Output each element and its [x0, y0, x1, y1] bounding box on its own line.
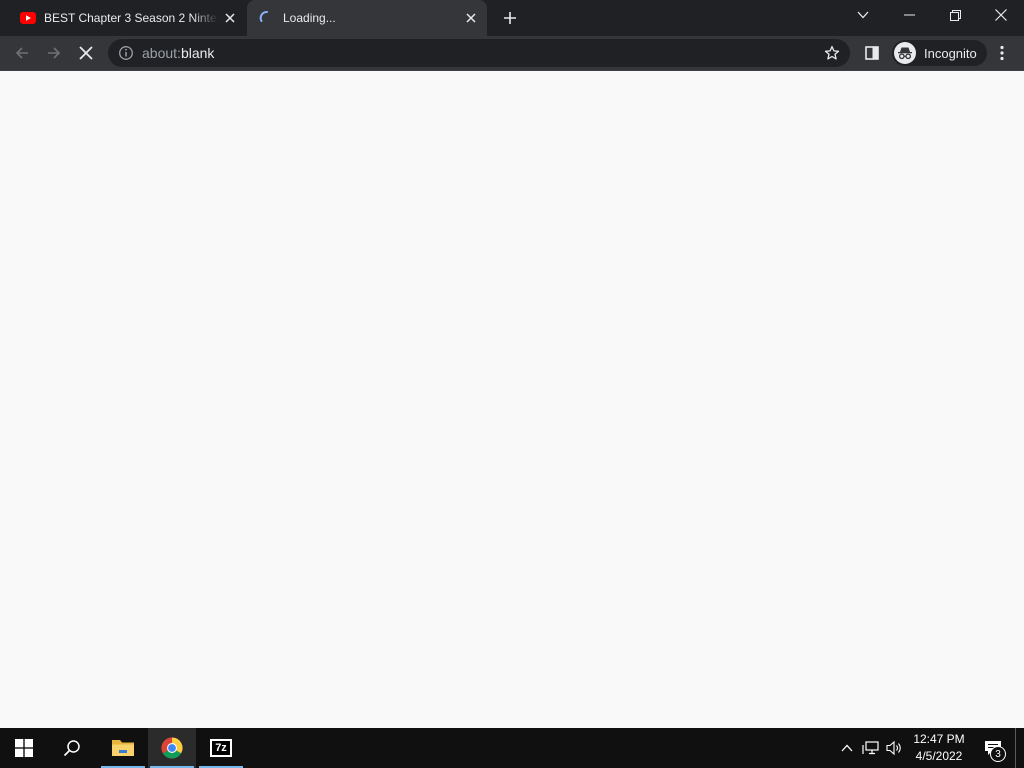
search-button[interactable]: [48, 728, 96, 768]
address-bar[interactable]: about:blank: [108, 39, 850, 67]
clock-time: 12:47 PM: [913, 732, 965, 746]
forward-button[interactable]: [39, 38, 69, 68]
search-icon: [63, 740, 80, 757]
arrow-left-icon: [15, 47, 28, 59]
side-panel-icon: [865, 46, 879, 60]
minimize-button[interactable]: [886, 0, 932, 30]
show-desktop-button[interactable]: [1015, 728, 1024, 768]
info-icon[interactable]: [118, 45, 134, 61]
start-button[interactable]: [0, 728, 48, 768]
tab-strip: BEST Chapter 3 Season 2 Nintendo Switch …: [0, 0, 1024, 36]
close-tab-icon[interactable]: [459, 6, 483, 30]
back-button[interactable]: [7, 38, 37, 68]
tab-title: BEST Chapter 3 Season 2 Nintendo Switch: [44, 11, 218, 25]
chevron-down-icon: [857, 11, 869, 19]
loading-spinner-icon: [259, 10, 275, 26]
windows-taskbar: 7z 12:47 PM 4/5/2022: [0, 728, 1024, 768]
network-button[interactable]: [860, 728, 882, 768]
tab-youtube[interactable]: BEST Chapter 3 Season 2 Nintendo Switch: [8, 0, 246, 36]
url-text: about:blank: [142, 45, 215, 61]
restore-icon: [949, 9, 961, 21]
tab-title: Loading...: [283, 11, 336, 25]
restore-button[interactable]: [932, 0, 978, 30]
tab-loading[interactable]: Loading...: [247, 0, 487, 36]
side-panel-button[interactable]: [857, 38, 887, 68]
clock-date: 4/5/2022: [915, 749, 963, 763]
new-tab-button[interactable]: [497, 5, 523, 31]
chrome-taskbar-button[interactable]: [148, 728, 196, 768]
minimize-icon: [903, 14, 915, 16]
youtube-icon: [20, 12, 36, 24]
stop-loading-button[interactable]: [71, 38, 101, 68]
incognito-profile-button[interactable]: Incognito: [892, 40, 987, 66]
chevron-up-icon: [841, 744, 853, 752]
close-icon: [79, 46, 93, 60]
windows-logo-icon: [15, 739, 33, 757]
incognito-label: Incognito: [924, 45, 977, 61]
close-icon: [995, 9, 1007, 21]
arrow-right-icon: [48, 47, 61, 59]
page-content[interactable]: [0, 70, 1024, 728]
file-explorer-taskbar-button[interactable]: [99, 728, 147, 768]
volume-button[interactable]: [884, 728, 906, 768]
notification-count-badge: 3: [990, 746, 1006, 762]
plus-icon: [504, 12, 516, 24]
chrome-icon: [161, 737, 183, 759]
7zip-icon: 7z: [210, 739, 232, 757]
speaker-icon: [886, 740, 901, 756]
tab-search-button[interactable]: [840, 0, 886, 30]
show-hidden-icons-button[interactable]: [836, 728, 858, 768]
close-window-button[interactable]: [978, 0, 1024, 30]
incognito-icon: [894, 42, 916, 64]
taskbar-clock[interactable]: 12:47 PM 4/5/2022: [904, 731, 974, 765]
browser-toolbar: about:blank Incognito: [0, 36, 1024, 70]
7zip-taskbar-button[interactable]: 7z: [197, 728, 245, 768]
chrome-menu-button[interactable]: [987, 38, 1017, 68]
more-vertical-icon: [1000, 45, 1004, 61]
folder-icon: [112, 740, 134, 756]
network-icon: [862, 741, 879, 755]
bookmark-star-icon[interactable]: [824, 45, 840, 61]
close-tab-icon[interactable]: [218, 6, 242, 30]
